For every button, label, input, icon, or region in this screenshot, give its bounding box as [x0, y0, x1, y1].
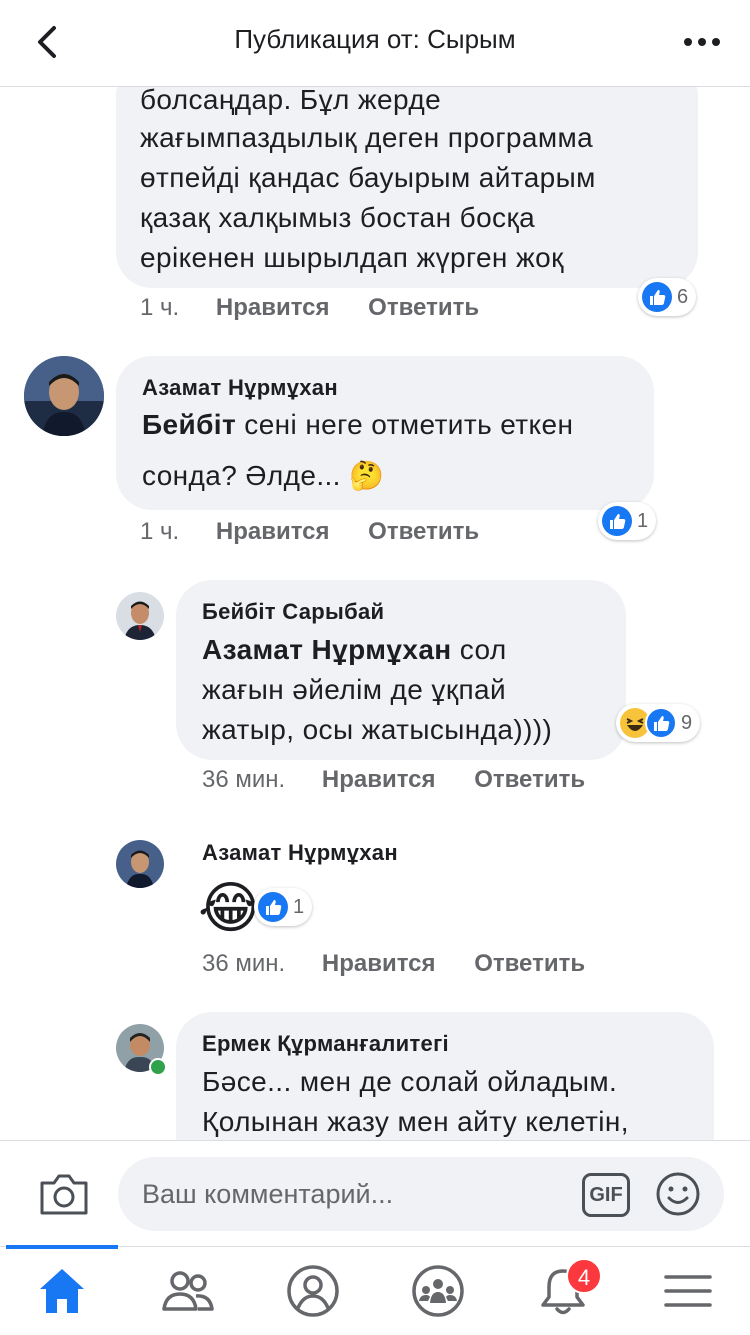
home-icon[interactable] — [32, 1261, 92, 1321]
page-title: Публикация от: Сырым — [234, 24, 516, 54]
comment-author[interactable]: Ермек Құрманғалитегі — [202, 1031, 449, 1057]
avatar[interactable] — [116, 592, 164, 640]
reaction-summary[interactable]: 1 — [598, 502, 657, 540]
comment-meta: 1 ч. Нравится Ответить — [140, 294, 479, 322]
gif-button[interactable]: GIF — [582, 1173, 630, 1217]
comment-text-line: жағымпаздылық деген программа — [140, 122, 594, 153]
reaction-count: 1 — [293, 895, 305, 918]
comment-text: сені неге отметить еткен — [236, 409, 574, 440]
reaction-count: 9 — [681, 711, 693, 734]
comment-time: 36 мин. — [202, 950, 286, 977]
like-reaction-icon — [642, 282, 672, 312]
comment-text-line: сонда? Әлде... 🤔 — [142, 460, 385, 491]
mention-link[interactable]: Азамат Нұрмұхан — [202, 634, 452, 665]
like-reaction-icon — [602, 506, 632, 536]
friends-icon[interactable] — [158, 1261, 218, 1321]
avatar[interactable] — [116, 840, 164, 888]
avatar-image — [116, 592, 164, 640]
comment-text-line: өтпейді қандас бауырым айтарым — [140, 162, 596, 193]
online-status-dot — [149, 1058, 167, 1076]
comment-meta: 1 ч. Нравится Ответить — [140, 518, 479, 546]
bottom-tab-bar — [0, 1245, 750, 1335]
profile-icon[interactable] — [283, 1261, 343, 1321]
camera-icon[interactable] — [38, 1171, 90, 1217]
mention-link[interactable]: Бейбіт — [142, 409, 236, 440]
comment-meta: 36 мин. Нравится Ответить — [202, 766, 585, 794]
reaction-count: 1 — [637, 509, 649, 532]
reaction-summary[interactable]: 1 — [254, 888, 313, 926]
comment-text-line: Азамат Нұрмұхан сол — [202, 630, 507, 670]
reply-button[interactable]: Ответить — [368, 518, 479, 545]
reply-button[interactable]: Ответить — [474, 766, 585, 793]
comment-author[interactable]: Азамат Нұрмұхан — [202, 840, 398, 866]
comment-meta: 36 мин. Нравится Ответить — [202, 950, 585, 978]
like-button[interactable]: Нравится — [216, 294, 330, 321]
comment-text-line: Бейбіт сені неге отметить еткен — [142, 405, 573, 445]
comment-text-line: Бәсе... мен де солай ойладым. — [202, 1066, 618, 1097]
top-bar: Публикация от: Сырым — [0, 0, 750, 87]
comment-text: сол — [451, 634, 507, 665]
comment-time: 1 ч. — [140, 518, 180, 545]
comment-text-line: ерікенен шырылдап жүрген жоқ — [140, 242, 564, 273]
comment-time: 1 ч. — [140, 294, 180, 321]
reply-button[interactable]: Ответить — [368, 294, 479, 321]
reaction-count: 6 — [677, 285, 689, 308]
comment-input[interactable] — [118, 1157, 724, 1231]
avatar[interactable] — [24, 356, 104, 436]
active-tab-indicator — [6, 1245, 118, 1249]
reply-button[interactable]: Ответить — [474, 950, 585, 977]
more-options-icon[interactable] — [680, 26, 724, 58]
gif-label: GIF — [589, 1184, 623, 1206]
comment-text-line: жатыр, осы жатысында)))) — [202, 714, 553, 745]
like-reaction-icon — [645, 707, 677, 739]
comment-author[interactable]: Азамат Нұрмұхан — [142, 375, 338, 401]
comment-composer: GIF — [0, 1140, 750, 1247]
groups-icon[interactable] — [408, 1261, 468, 1321]
comment-time: 36 мин. — [202, 766, 286, 793]
comment-text-line: Қолынан жазу мен айту келетін, — [202, 1106, 629, 1137]
menu-icon[interactable] — [658, 1261, 718, 1321]
reaction-summary[interactable]: 6 — [638, 278, 697, 316]
like-button[interactable]: Нравится — [322, 766, 436, 793]
comment-text-line: қазақ халқымыз бостан босқа — [140, 202, 536, 233]
comment-text-line: жағын әйелім де ұқпай — [202, 674, 507, 705]
avatar-image — [24, 356, 104, 436]
like-reaction-icon — [258, 892, 288, 922]
like-button[interactable]: Нравится — [216, 518, 330, 545]
avatar-image — [116, 840, 164, 888]
reaction-summary[interactable]: 9 — [616, 704, 701, 742]
like-button[interactable]: Нравится — [322, 950, 436, 977]
emoji-icon[interactable] — [655, 1171, 701, 1217]
notification-badge: 4 — [566, 1258, 602, 1294]
comment-author[interactable]: Бейбіт Сарыбай — [202, 599, 384, 625]
